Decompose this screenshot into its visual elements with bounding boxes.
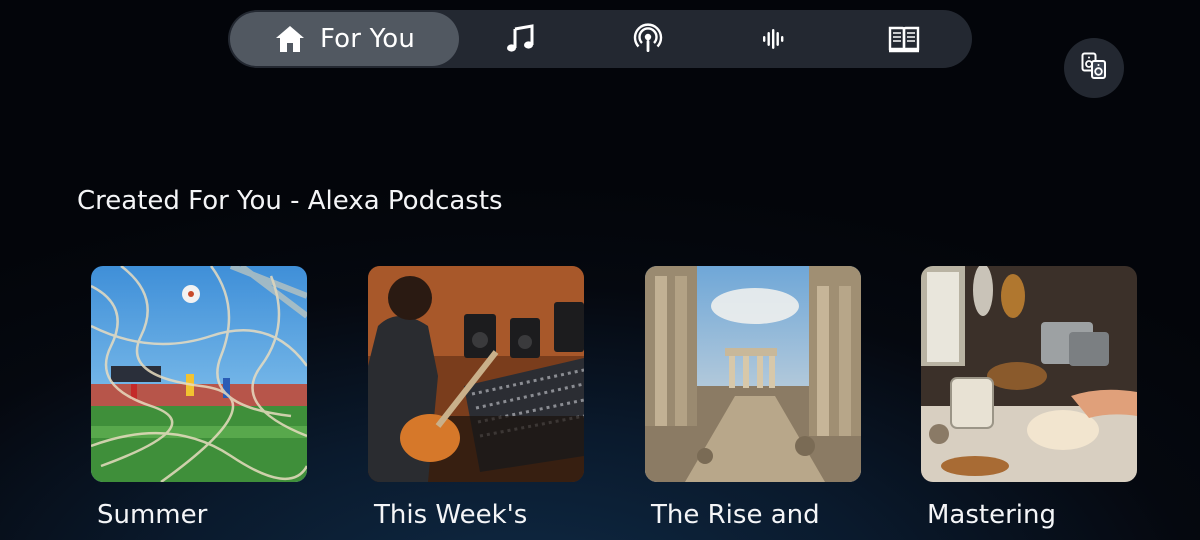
speaker-group-button[interactable] xyxy=(1064,38,1124,98)
section-title: Created For You - Alexa Podcasts xyxy=(77,186,503,216)
music-note-icon xyxy=(504,23,536,55)
speaker-group-icon xyxy=(1081,52,1107,84)
podcast-artwork-ruins xyxy=(645,266,861,482)
tab-books[interactable] xyxy=(874,10,934,68)
tab-podcasts[interactable] xyxy=(618,10,678,68)
tab-for-you-label: For You xyxy=(319,24,416,54)
top-nav: For You xyxy=(228,10,972,68)
podcast-card[interactable]: Summer xyxy=(91,266,309,530)
podcast-card[interactable]: The Rise and xyxy=(645,266,863,530)
podcast-card-title: This Week's xyxy=(374,500,528,530)
tab-audio[interactable] xyxy=(744,10,804,68)
podcast-card-title: Summer xyxy=(97,500,208,530)
tab-music[interactable] xyxy=(490,10,550,68)
podcast-card-title: The Rise and xyxy=(651,500,820,530)
podcast-card[interactable]: Mastering xyxy=(921,266,1139,530)
tab-for-you[interactable]: For You xyxy=(230,12,459,66)
podcast-icon xyxy=(632,23,664,55)
book-icon xyxy=(887,23,921,55)
podcast-card-title: Mastering xyxy=(927,500,1056,530)
podcast-artwork-baking xyxy=(921,266,1137,482)
podcast-artwork-soccer xyxy=(91,266,307,482)
home-icon xyxy=(274,23,306,55)
podcast-artwork-guitarist xyxy=(368,266,584,482)
podcast-card[interactable]: This Week's xyxy=(368,266,586,530)
audio-waveform-icon xyxy=(760,25,788,53)
